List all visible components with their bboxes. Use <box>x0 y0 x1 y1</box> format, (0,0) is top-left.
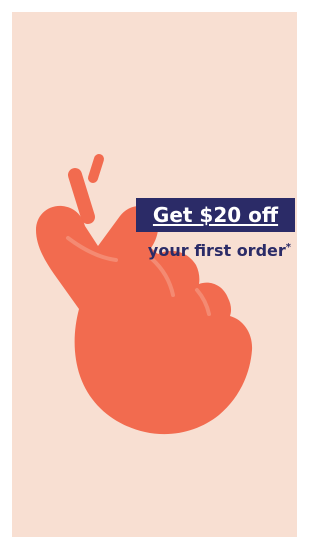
subline-copy: your first order <box>147 241 286 260</box>
sparkle-right <box>88 154 104 183</box>
sparkle-left <box>68 168 95 224</box>
headline-badge[interactable]: Get $20 off <box>136 198 295 232</box>
headline-text[interactable]: Get $20 off <box>153 205 278 225</box>
crossed-fingers-icon <box>36 154 253 435</box>
subline-text: your first order* <box>148 242 291 260</box>
footnote-mark: * <box>285 242 291 253</box>
promo-banner[interactable]: Get $20 off your first order* <box>12 12 297 537</box>
